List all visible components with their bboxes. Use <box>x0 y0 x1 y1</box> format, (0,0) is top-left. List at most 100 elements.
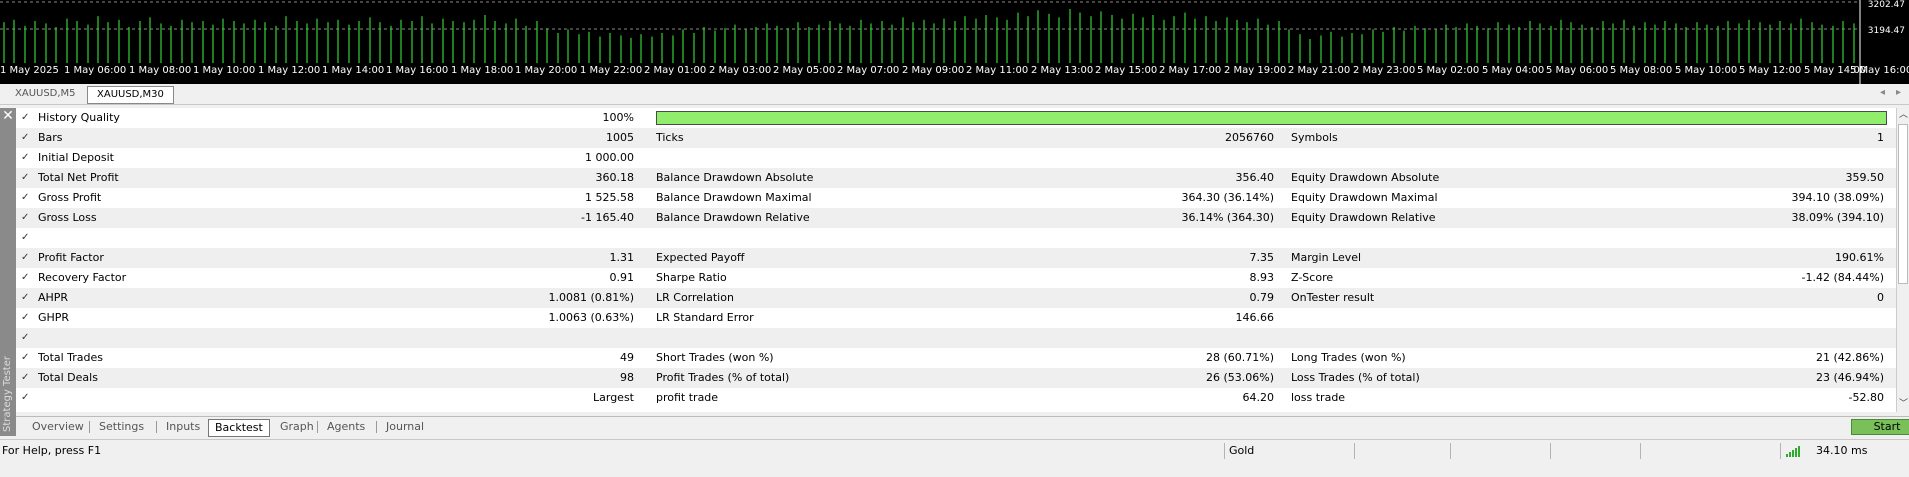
tab-journal[interactable]: Journal <box>380 419 430 435</box>
metric-label: Equity Drawdown Relative <box>1291 211 1436 224</box>
check-icon: ✓ <box>21 212 30 223</box>
tab-separator <box>89 421 90 433</box>
symbol-tab-xauusd-m30[interactable]: XAUUSD,M30 <box>87 86 174 104</box>
status-separator <box>1450 443 1451 459</box>
metric-value: 2056760 <box>1225 131 1274 144</box>
metric-label: Initial Deposit <box>38 151 114 164</box>
tick-chart: 3202.47 3194.47 1 May 2025 1 May 06:00 1 M… <box>0 0 1909 84</box>
status-help-text: For Help, press F1 <box>2 444 102 457</box>
result-row: ✓ Profit Factor 1.31 Expected Payoff 7.35 Mar… <box>16 248 1896 268</box>
metric-value: -1.42 (84.44%) <box>1801 271 1884 284</box>
metric-label: Balance Drawdown Relative <box>656 211 810 224</box>
status-bar: For Help, press F1 Gold 34.10 ms <box>0 439 1909 462</box>
time-axis-label: 5 May 10:00 <box>1675 65 1738 76</box>
metric-label: GHPR <box>38 311 70 324</box>
status-ping: 34.10 ms <box>1816 444 1868 457</box>
metric-value: 1 000.00 <box>585 151 634 164</box>
result-row: ✓ Total Net Profit 360.18 Balance Drawdown … <box>16 168 1896 188</box>
metric-label: Total Net Profit <box>38 171 119 184</box>
time-axis-label: 2 May 07:00 <box>837 65 900 76</box>
tab-scroll-left-icon[interactable]: ◂ <box>1880 87 1885 98</box>
metric-label: Gross Profit <box>38 191 102 204</box>
time-axis-label: 1 May 06:00 <box>64 65 127 76</box>
status-separator <box>1780 443 1781 459</box>
check-icon: ✓ <box>21 192 30 203</box>
start-button[interactable]: Start <box>1851 419 1909 435</box>
result-row: ✓ Initial Deposit 1 000.00 <box>16 148 1896 168</box>
check-icon: ✓ <box>21 312 30 323</box>
metric-value: 146.66 <box>1235 311 1275 324</box>
tab-graph[interactable]: Graph <box>274 419 320 435</box>
metric-value: 364.30 (36.14%) <box>1181 191 1274 204</box>
metric-value: 359.50 <box>1845 171 1885 184</box>
metric-label: Sharpe Ratio <box>656 271 727 284</box>
metric-value: 1 525.58 <box>585 191 634 204</box>
result-row: ✓ Gross Profit 1 525.58 Balance Drawdown Ma… <box>16 188 1896 208</box>
metric-value: 98 <box>620 371 634 384</box>
tab-agents[interactable]: Agents <box>321 419 371 435</box>
close-panel-icon[interactable]: ✕ <box>0 108 16 124</box>
metric-label: Balance Drawdown Absolute <box>656 171 814 184</box>
metric-value: 21 (42.86%) <box>1815 351 1884 364</box>
status-profile: Gold <box>1229 444 1255 457</box>
metric-value: 0.79 <box>1249 291 1275 304</box>
metric-value: 1 <box>1877 131 1884 144</box>
metric-label: Recovery Factor <box>38 271 127 284</box>
metric-value: 38.09% (394.10) <box>1791 211 1884 224</box>
check-icon: ✓ <box>21 112 30 123</box>
metric-label: Long Trades (won %) <box>1291 351 1406 364</box>
metric-value: 23 (46.94%) <box>1815 371 1884 384</box>
metric-label: Margin Level <box>1291 251 1362 264</box>
result-row: ✓ Gross Loss -1 165.40 Balance Drawdown Rel… <box>16 208 1896 228</box>
time-axis-label: 5 May 06:00 <box>1546 65 1609 76</box>
scroll-up-icon[interactable]: ︿ <box>1898 109 1909 122</box>
time-axis-label: 2 May 13:00 <box>1031 65 1094 76</box>
time-axis-label: 2 May 03:00 <box>709 65 772 76</box>
metric-label: LR Standard Error <box>656 311 754 324</box>
time-axis-label: 1 May 16:00 <box>386 65 449 76</box>
metric-value: 0 <box>1877 291 1884 304</box>
vertical-scrollbar[interactable]: ︿ ﹀ <box>1896 108 1909 412</box>
metric-label: Loss Trades (% of total) <box>1291 371 1420 384</box>
metric-value: 26 (53.06%) <box>1205 371 1274 384</box>
metric-label: Z-Score <box>1291 271 1334 284</box>
metric-value: 356.40 <box>1235 171 1275 184</box>
tab-backtest[interactable]: Backtest <box>208 419 270 437</box>
metric-value: Largest <box>593 391 634 404</box>
time-axis-label: 5 May 08:00 <box>1610 65 1673 76</box>
check-icon: ✓ <box>21 132 30 143</box>
time-axis-label: 5 May 16:00 <box>1850 65 1909 76</box>
metric-label: Bars <box>38 131 63 144</box>
metric-label: Balance Drawdown Maximal <box>656 191 812 204</box>
tab-inputs[interactable]: Inputs <box>160 419 206 435</box>
metric-label: Profit Factor <box>38 251 104 264</box>
metric-label: Expected Payoff <box>656 251 745 264</box>
tab-settings[interactable]: Settings <box>93 419 150 435</box>
check-icon: ✓ <box>21 352 30 363</box>
symbol-tab-xauusd-m5[interactable]: XAUUSD,M5 <box>6 86 85 102</box>
tab-overview[interactable]: Overview <box>26 419 90 435</box>
time-axis-label: 1 May 18:00 <box>451 65 514 76</box>
time-axis-label: 2 May 17:00 <box>1159 65 1222 76</box>
metric-value: 1005 <box>606 131 634 144</box>
metric-value: 36.14% (364.30) <box>1181 211 1274 224</box>
price-label-top: 3202.47 <box>1867 0 1905 10</box>
panel-vertical-label: Strategy Tester <box>2 356 13 432</box>
tab-scroll-right-icon[interactable]: ▸ <box>1896 87 1901 98</box>
status-separator <box>1224 443 1225 459</box>
backtest-results-grid: ✓ History Quality 100% ✓ Bars 1005 Ticks 205… <box>16 108 1896 412</box>
result-row: ✓ AHPR 1.0081 (0.81%) LR Correlation 0.79 OnT… <box>16 288 1896 308</box>
time-axis-label: 2 May 21:00 <box>1288 65 1351 76</box>
metric-label: loss trade <box>1291 391 1346 404</box>
tester-tab-bar: Overview Settings Inputs Backtest Graph … <box>16 416 1909 437</box>
time-axis-label: 2 May 09:00 <box>902 65 965 76</box>
scrollbar-thumb[interactable] <box>1898 124 1908 284</box>
metric-label: Equity Drawdown Maximal <box>1291 191 1438 204</box>
result-row-history-quality: ✓ History Quality 100% <box>16 108 1896 128</box>
metric-label: Gross Loss <box>38 211 97 224</box>
price-label-mid: 3194.47 <box>1867 26 1905 36</box>
metric-value: 1.31 <box>609 251 635 264</box>
scroll-down-icon[interactable]: ﹀ <box>1898 398 1909 411</box>
metric-label: LR Correlation <box>656 291 734 304</box>
metric-value: -1 165.40 <box>581 211 634 224</box>
